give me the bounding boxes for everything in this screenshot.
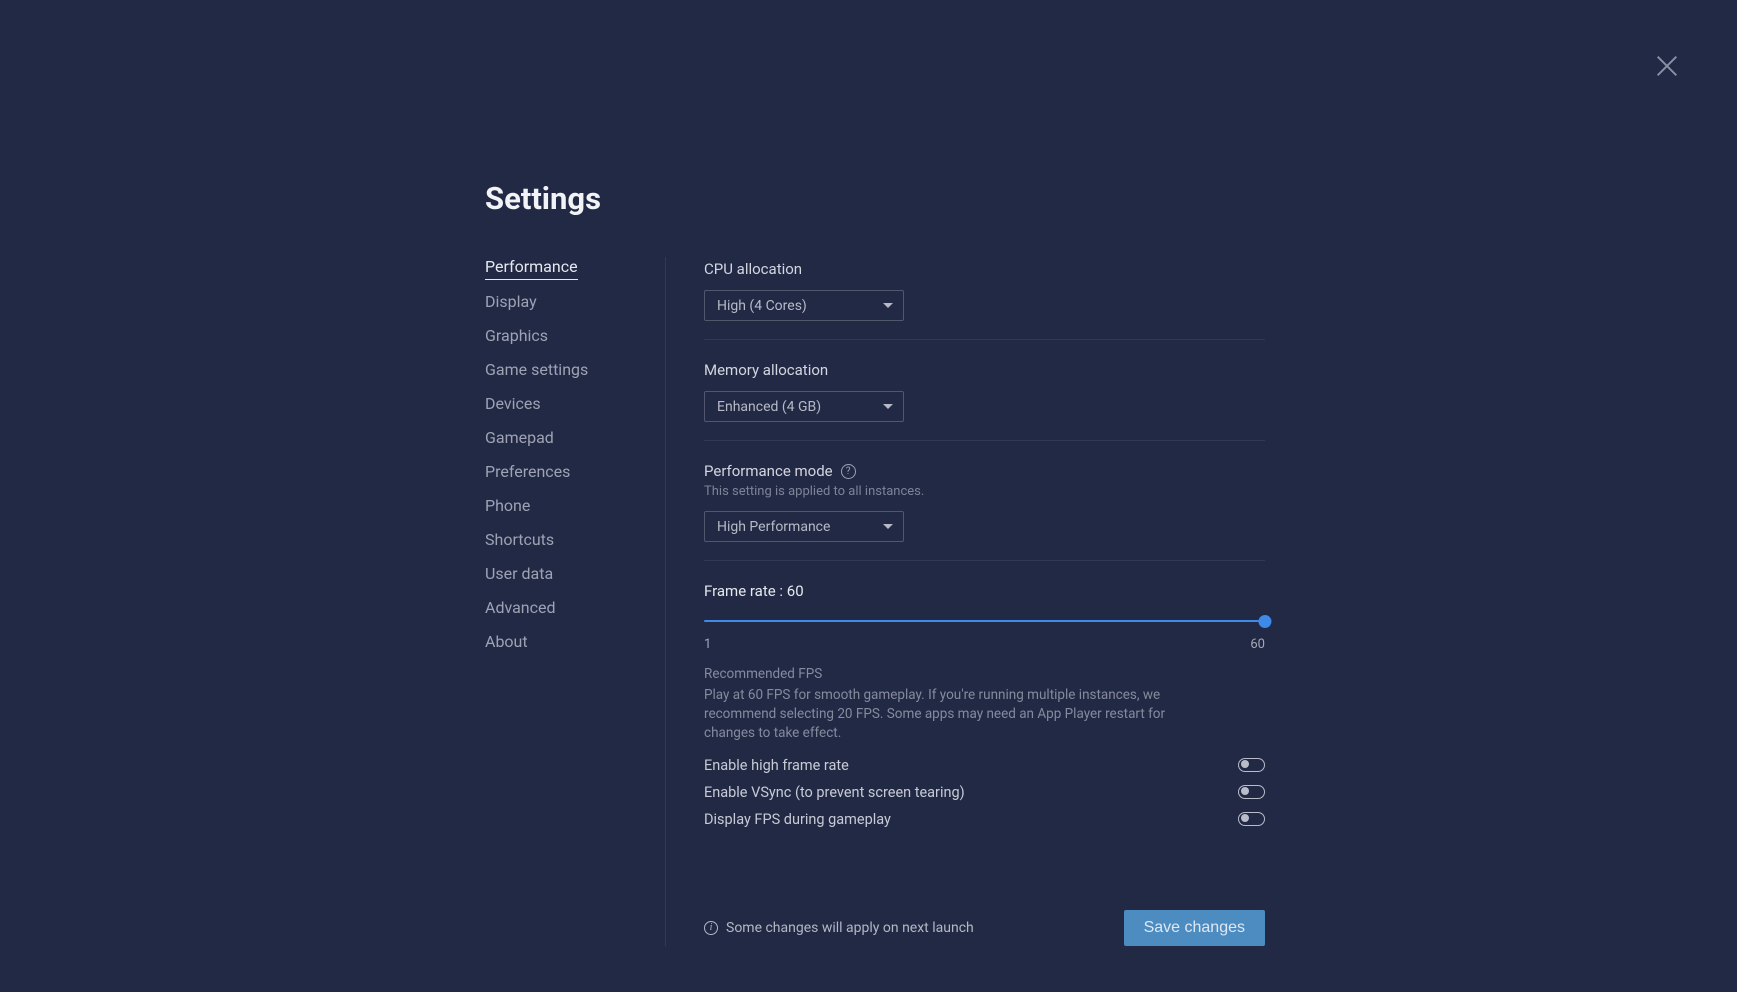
enable-high-frame-rate-label: Enable high frame rate [704,757,849,774]
performance-mode-select[interactable]: High Performance [704,511,904,542]
enable-vsync-label: Enable VSync (to prevent screen tearing) [704,784,965,801]
cpu-allocation-section: CPU allocation High (4 Cores) [704,257,1265,340]
frame-rate-min: 1 [704,637,711,652]
sidebar-item-devices[interactable]: Devices [485,394,541,416]
performance-mode-section: Performance mode ? This setting is appli… [704,459,1265,561]
performance-mode-note: This setting is applied to all instances… [704,484,1265,499]
memory-allocation-value: Enhanced (4 GB) [717,399,821,415]
frame-rate-section: Frame rate : 60 1 60 Recommended FPS Pla… [704,579,1265,846]
performance-mode-label: Performance mode [704,462,833,480]
slider-thumb[interactable] [1259,615,1272,628]
sidebar-item-gamepad[interactable]: Gamepad [485,428,554,450]
chevron-down-icon [883,303,893,308]
frame-rate-label: Frame rate : 60 [704,582,1265,600]
cpu-allocation-select[interactable]: High (4 Cores) [704,290,904,321]
performance-mode-value: High Performance [717,519,830,535]
memory-allocation-label: Memory allocation [704,361,1265,379]
chevron-down-icon [883,524,893,529]
page-title: Settings [485,180,1265,217]
settings-sidebar: Performance Display Graphics Game settin… [485,257,665,946]
enable-high-frame-rate-toggle[interactable] [1238,758,1265,772]
launch-notice: Some changes will apply on next launch [726,920,974,936]
sidebar-item-user-data[interactable]: User data [485,564,553,586]
sidebar-item-about[interactable]: About [485,632,528,654]
save-changes-button[interactable]: Save changes [1124,910,1265,946]
close-icon[interactable] [1653,52,1681,80]
sidebar-item-game-settings[interactable]: Game settings [485,360,588,382]
memory-allocation-select[interactable]: Enhanced (4 GB) [704,391,904,422]
sidebar-item-advanced[interactable]: Advanced [485,598,556,620]
sidebar-item-shortcuts[interactable]: Shortcuts [485,530,554,552]
frame-rate-max: 60 [1250,637,1265,652]
sidebar-item-display[interactable]: Display [485,292,537,314]
memory-allocation-section: Memory allocation Enhanced (4 GB) [704,358,1265,441]
display-fps-toggle[interactable] [1238,812,1265,826]
sidebar-item-performance[interactable]: Performance [485,257,578,280]
enable-vsync-toggle[interactable] [1238,785,1265,799]
help-icon[interactable]: ? [841,464,856,479]
frame-rate-slider[interactable] [704,610,1265,634]
info-icon: i [704,921,718,935]
sidebar-item-preferences[interactable]: Preferences [485,462,570,484]
sidebar-item-phone[interactable]: Phone [485,496,530,518]
display-fps-label: Display FPS during gameplay [704,811,891,828]
sidebar-item-graphics[interactable]: Graphics [485,326,548,348]
cpu-allocation-value: High (4 Cores) [717,298,807,314]
cpu-allocation-label: CPU allocation [704,260,1265,278]
recommended-fps-text: Play at 60 FPS for smooth gameplay. If y… [704,686,1204,743]
recommended-fps-title: Recommended FPS [704,666,1265,682]
chevron-down-icon [883,404,893,409]
